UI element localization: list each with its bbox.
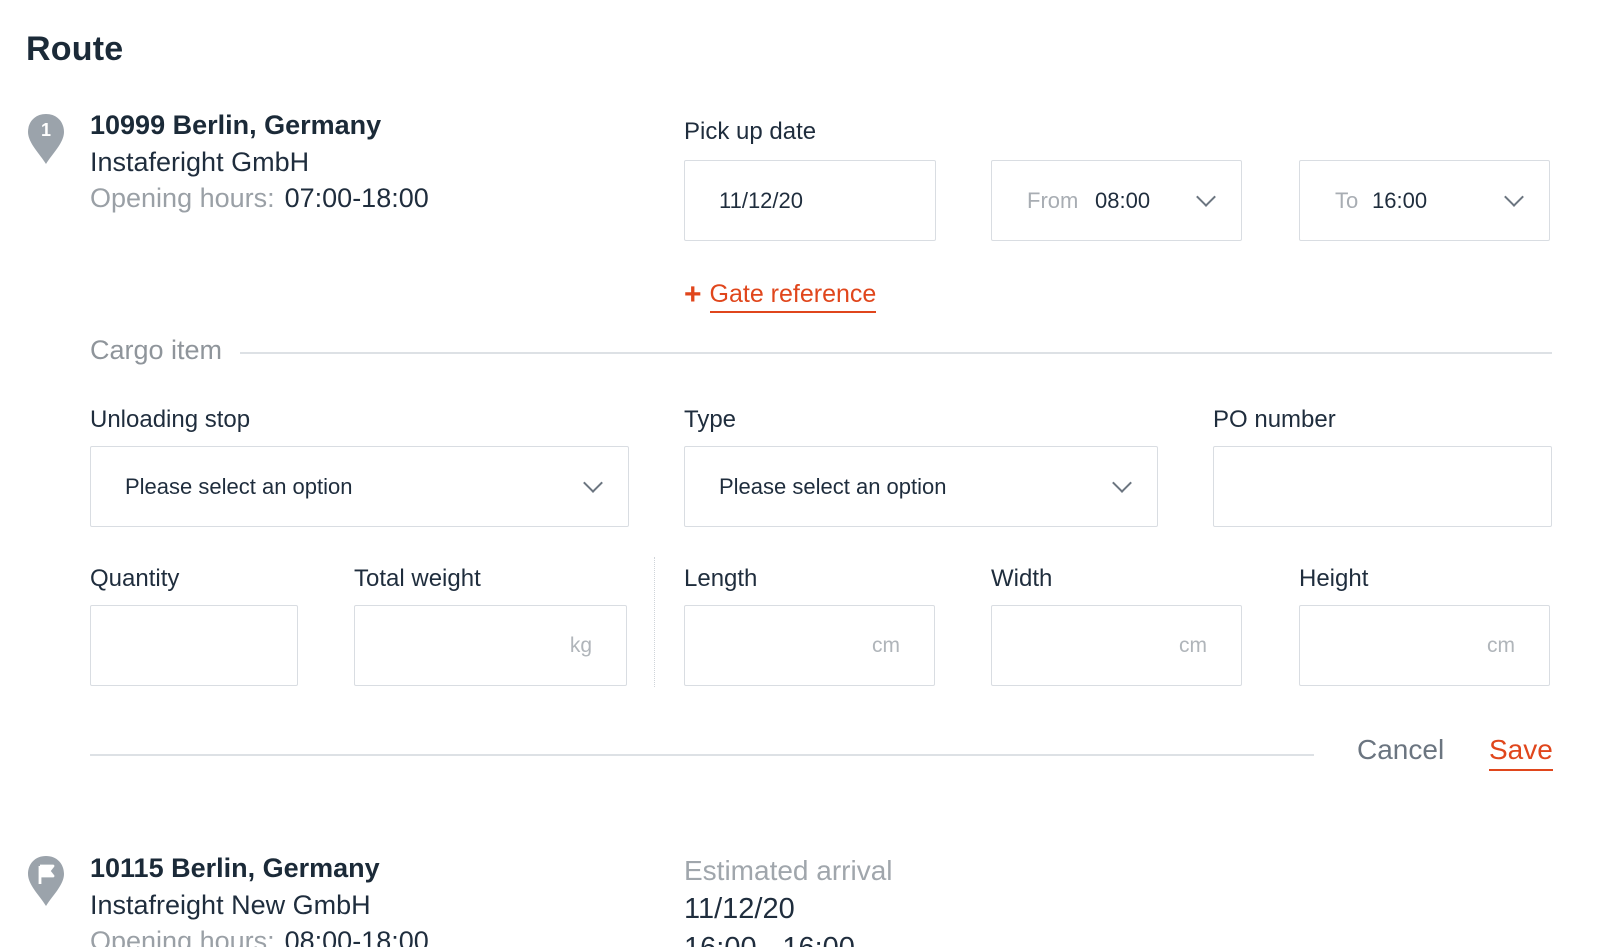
total-weight-label: Total weight xyxy=(354,565,481,592)
stop-1-company: Instaferight GmbH xyxy=(90,147,310,177)
save-button[interactable]: Save xyxy=(1489,734,1553,771)
pickup-to-time-select[interactable]: To 16:00 xyxy=(1299,160,1550,241)
type-label: Type xyxy=(684,406,737,433)
to-prefix: To xyxy=(1335,187,1359,213)
width-input[interactable]: cm xyxy=(991,605,1242,686)
length-unit: cm xyxy=(872,633,900,657)
weight-unit: kg xyxy=(569,633,592,657)
page-title: Route xyxy=(26,30,124,68)
stop-1-hours: Opening hours: 07:00-18:00 xyxy=(90,183,429,214)
pickup-date-label: Pick up date xyxy=(684,118,817,145)
stop-1-pin-number: 1 xyxy=(40,120,51,140)
chevron-down-icon xyxy=(1504,186,1524,207)
type-value: Please select an option xyxy=(719,473,947,499)
stop-2-pin-icon xyxy=(26,854,66,913)
dimension-separator xyxy=(654,557,655,687)
width-label: Width xyxy=(991,565,1053,592)
height-input[interactable]: cm xyxy=(1299,605,1550,686)
type-select[interactable]: Please select an option xyxy=(684,446,1158,527)
stop-1-pin-icon: 1 xyxy=(26,112,66,171)
to-value: 16:00 xyxy=(1372,187,1428,213)
length-input[interactable]: cm xyxy=(684,605,935,686)
chevron-down-icon xyxy=(1112,472,1132,493)
quantity-input[interactable] xyxy=(90,605,298,686)
stop-2-hours: Opening hours: 08:00-18:00 xyxy=(90,926,429,947)
stop-2-hours-value: 08:00-18:00 xyxy=(284,926,429,947)
from-prefix: From xyxy=(1027,187,1079,213)
cancel-button[interactable]: Cancel xyxy=(1357,734,1444,766)
gate-reference-label: Gate reference xyxy=(709,280,877,313)
pickup-from-time-select[interactable]: From 08:00 xyxy=(991,160,1242,241)
height-label: Height xyxy=(1299,565,1369,592)
chevron-down-icon xyxy=(1196,186,1216,207)
unloading-stop-label: Unloading stop xyxy=(90,406,251,433)
unloading-stop-select[interactable]: Please select an option xyxy=(90,446,629,527)
stop-2-hours-label: Opening hours: xyxy=(90,926,275,947)
height-unit: cm xyxy=(1487,633,1515,657)
chevron-down-icon xyxy=(583,472,603,493)
length-label: Length xyxy=(684,565,758,592)
total-weight-input[interactable]: kg xyxy=(354,605,627,686)
estimated-arrival-time: 16:00 - 16:00 xyxy=(684,932,855,947)
estimated-arrival-date: 11/12/20 xyxy=(684,893,795,925)
po-number-input[interactable] xyxy=(1213,446,1552,527)
estimated-arrival-label: Estimated arrival xyxy=(684,855,893,886)
pickup-date-field[interactable]: 11/12/20 xyxy=(684,160,936,241)
gate-reference-link[interactable]: + Gate reference xyxy=(684,278,877,313)
pickup-date-value: 11/12/20 xyxy=(719,187,804,213)
plus-icon: + xyxy=(684,278,702,311)
unloading-stop-value: Please select an option xyxy=(125,473,353,499)
po-number-label: PO number xyxy=(1213,406,1336,433)
stop-2-address: 10115 Berlin, Germany xyxy=(90,853,380,883)
cargo-section-label: Cargo item xyxy=(90,335,241,366)
stop-1-hours-value: 07:00-18:00 xyxy=(284,183,429,213)
from-value: 08:00 xyxy=(1095,187,1151,213)
actions-divider xyxy=(90,754,1314,756)
stop-1-hours-label: Opening hours: xyxy=(90,183,275,213)
width-unit: cm xyxy=(1179,633,1207,657)
cargo-divider xyxy=(90,352,1552,354)
quantity-label: Quantity xyxy=(90,565,180,592)
stop-1-address: 10999 Berlin, Germany xyxy=(90,110,382,140)
stop-2-company: Instafreight New GmbH xyxy=(90,890,371,920)
